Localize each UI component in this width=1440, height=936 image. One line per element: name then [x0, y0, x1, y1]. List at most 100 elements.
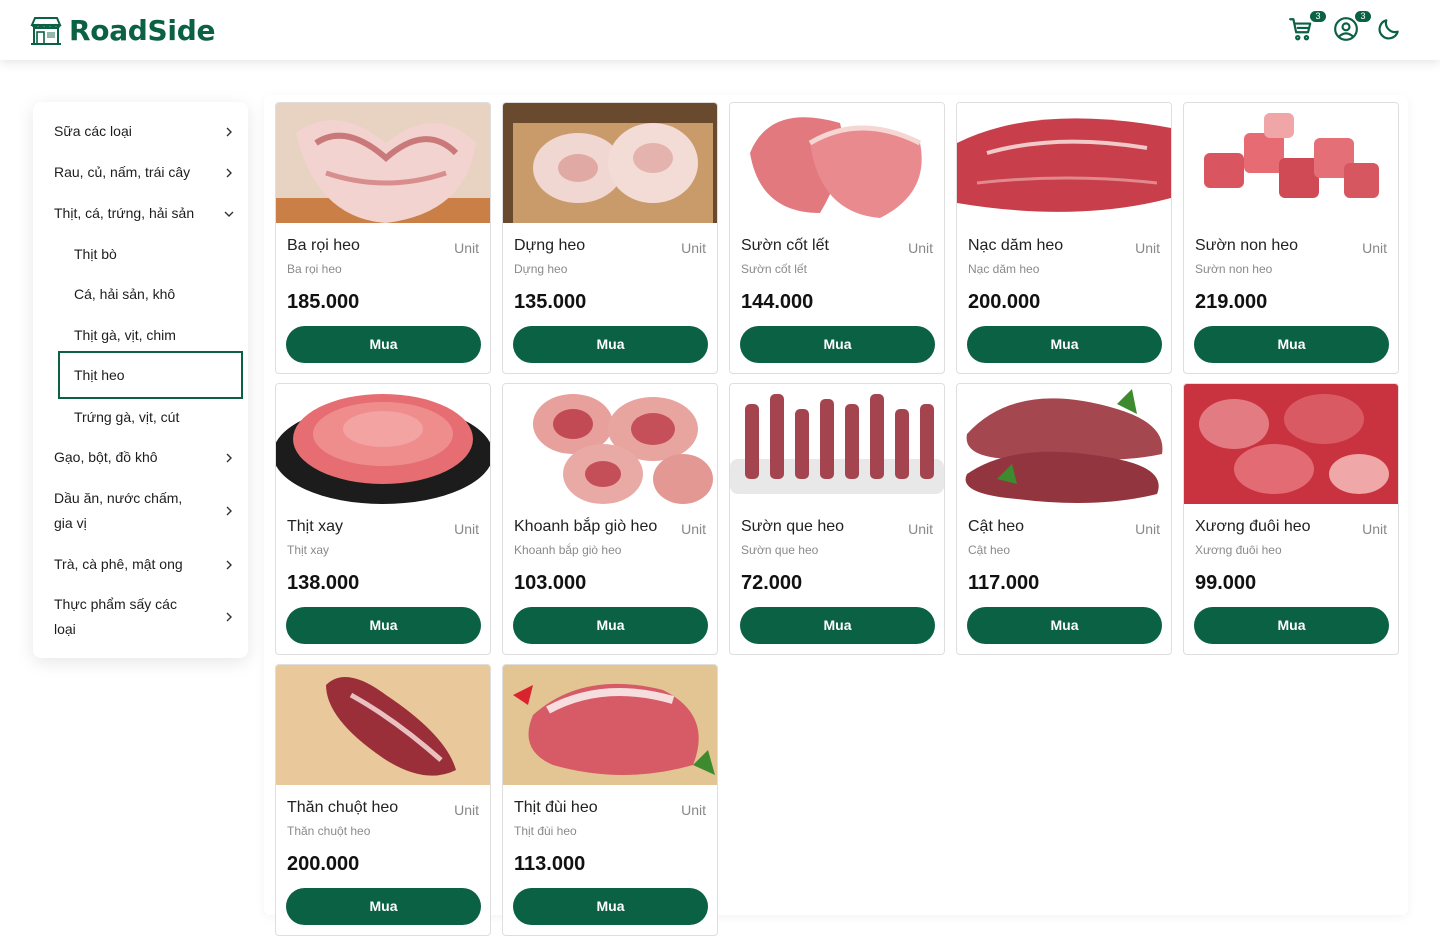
category-oil-sauce[interactable]: Dầu ăn, nước chấm, gia vị: [54, 486, 234, 536]
chevron-right-icon: [226, 168, 232, 177]
product-card[interactable]: Dựng heo Unit Dựng heo 135.000 Mua: [502, 102, 718, 374]
category-label: Sữa các loại: [54, 123, 132, 139]
cart-icon: [1289, 18, 1312, 41]
product-description: Khoanh bắp giò heo: [514, 543, 622, 557]
product-unit: Unit: [681, 240, 706, 256]
product-name: Thịt đùi heo: [514, 799, 598, 816]
product-unit: Unit: [681, 521, 706, 537]
category-milk[interactable]: Sữa các loại: [54, 119, 234, 144]
chevron-right-icon: [226, 506, 232, 516]
product-description: Thịt đùi heo: [514, 824, 577, 838]
product-grid: Ba rọi heo Unit Ba rọi heo 185.000 Mua D…: [264, 95, 1408, 936]
product-name: Thịt xay: [287, 518, 344, 535]
product-description: Thịt xay: [287, 543, 330, 557]
top-header: RoadSide 3 3: [0, 0, 1440, 60]
buy-button[interactable]: Mua: [1194, 326, 1389, 363]
product-description: Nạc dăm heo: [968, 262, 1040, 276]
product-image: [503, 103, 717, 223]
product-card[interactable]: Thịt xay Unit Thịt xay 138.000 Mua: [275, 383, 491, 655]
product-card[interactable]: Cật heo Unit Cật heo 117.000 Mua: [956, 383, 1172, 655]
account-button[interactable]: 3: [1333, 11, 1371, 44]
buy-button[interactable]: Mua: [513, 326, 708, 363]
buy-button[interactable]: Mua: [967, 607, 1162, 644]
product-card[interactable]: Sườn non heo Unit Sườn non heo 219.000 M…: [1183, 102, 1399, 374]
product-price: 144.000: [741, 291, 814, 313]
category-label: Thực phẩm sấy các: [54, 596, 177, 612]
product-price: 135.000: [514, 291, 587, 313]
product-image: [730, 384, 944, 504]
product-price: 138.000: [287, 572, 360, 594]
product-name: Ba rọi heo: [287, 237, 360, 254]
product-card[interactable]: Thịt đùi heo Unit Thịt đùi heo 113.000 M…: [502, 664, 718, 936]
product-description: Ba rọi heo: [287, 262, 342, 276]
category-dry-goods[interactable]: Gạo, bột, đồ khô: [54, 445, 234, 470]
category-label: Rau, củ, nấm, trái cây: [54, 164, 191, 180]
product-price: 200.000: [287, 853, 360, 875]
brand-logo[interactable]: RoadSide: [29, 14, 215, 47]
category-tea-coffee[interactable]: Trà, cà phê, mật ong: [54, 552, 234, 577]
product-card[interactable]: Ba rọi heo Unit Ba rọi heo 185.000 Mua: [275, 102, 491, 374]
product-unit: Unit: [908, 521, 933, 537]
subcategory-eggs[interactable]: Trứng gà, vịt, cút: [74, 407, 179, 427]
product-card[interactable]: Thăn chuột heo Unit Thăn chuột heo 200.0…: [275, 664, 491, 936]
moon-icon: [1378, 19, 1399, 40]
chevron-right-icon: [226, 560, 232, 569]
product-image: [276, 103, 490, 223]
product-name: Sườn cốt lết: [741, 237, 829, 254]
product-image: [1184, 103, 1398, 223]
product-card[interactable]: Khoanh bắp giò heo Unit Khoanh bắp giò h…: [502, 383, 718, 655]
chevron-down-icon: [224, 211, 234, 217]
cart-button[interactable]: 3: [1288, 11, 1326, 44]
buy-button[interactable]: Mua: [513, 888, 708, 925]
buy-button[interactable]: Mua: [1194, 607, 1389, 644]
product-description: Dựng heo: [514, 262, 568, 276]
product-price: 219.000: [1195, 291, 1268, 313]
category-sidebar: Sữa các loại Rau, củ, nấm, trái cây Thịt…: [33, 102, 248, 658]
product-unit: Unit: [681, 802, 706, 818]
product-unit: Unit: [454, 521, 479, 537]
category-vegetables[interactable]: Rau, củ, nấm, trái cây: [54, 160, 234, 185]
product-price: 113.000: [514, 853, 586, 875]
product-unit: Unit: [1135, 240, 1160, 256]
product-price: 72.000: [741, 572, 803, 594]
chevron-right-icon: [226, 612, 232, 622]
theme-toggle-button[interactable]: [1376, 16, 1404, 44]
product-image: [1184, 384, 1398, 504]
buy-button[interactable]: Mua: [286, 326, 481, 363]
buy-button[interactable]: Mua: [286, 888, 481, 925]
product-image: [276, 665, 490, 785]
buy-button[interactable]: Mua: [740, 326, 935, 363]
buy-button[interactable]: Mua: [967, 326, 1162, 363]
buy-button[interactable]: Mua: [286, 607, 481, 644]
category-label: Trà, cà phê, mật ong: [54, 556, 183, 572]
subcategory-seafood[interactable]: Cá, hải sản, khô: [74, 284, 175, 304]
product-name: Cật heo: [968, 518, 1025, 535]
category-dried-food[interactable]: Thực phẩm sấy các loại: [54, 592, 234, 642]
chevron-right-icon: [226, 127, 232, 136]
product-description: Sườn cốt lết: [741, 262, 807, 276]
brand-name: RoadSide: [69, 14, 216, 47]
subcategory-pork[interactable]: Thịt heo: [58, 351, 243, 399]
product-image: [503, 384, 717, 504]
product-card[interactable]: Sườn cốt lết Unit Sườn cốt lết 144.000 M…: [729, 102, 945, 374]
product-description: Cật heo: [968, 543, 1011, 557]
user-icon: [1334, 17, 1358, 41]
product-unit: Unit: [454, 802, 479, 818]
product-card[interactable]: Xương đuôi heo Unit Xương đuôi heo 99.00…: [1183, 383, 1399, 655]
product-unit: Unit: [1362, 240, 1387, 256]
product-image: [276, 384, 490, 504]
category-label-line2: loại: [54, 621, 76, 637]
product-description: Sườn que heo: [741, 543, 819, 557]
product-name: Sườn que heo: [741, 518, 845, 535]
product-card[interactable]: Sườn que heo Unit Sườn que heo 72.000 Mu…: [729, 383, 945, 655]
subcategory-beef[interactable]: Thịt bò: [74, 244, 117, 264]
category-meat-fish[interactable]: Thịt, cá, trứng, hải sản: [54, 201, 234, 226]
subcategory-poultry[interactable]: Thịt gà, vịt, chim: [74, 325, 176, 345]
category-label-line2: gia vị: [54, 515, 87, 531]
category-label: Dầu ăn, nước chấm,: [54, 490, 183, 506]
product-image: [503, 665, 717, 785]
buy-button[interactable]: Mua: [740, 607, 935, 644]
buy-button[interactable]: Mua: [513, 607, 708, 644]
product-description: Thăn chuột heo: [287, 824, 371, 838]
product-card[interactable]: Nạc dăm heo Unit Nạc dăm heo 200.000 Mua: [956, 102, 1172, 374]
